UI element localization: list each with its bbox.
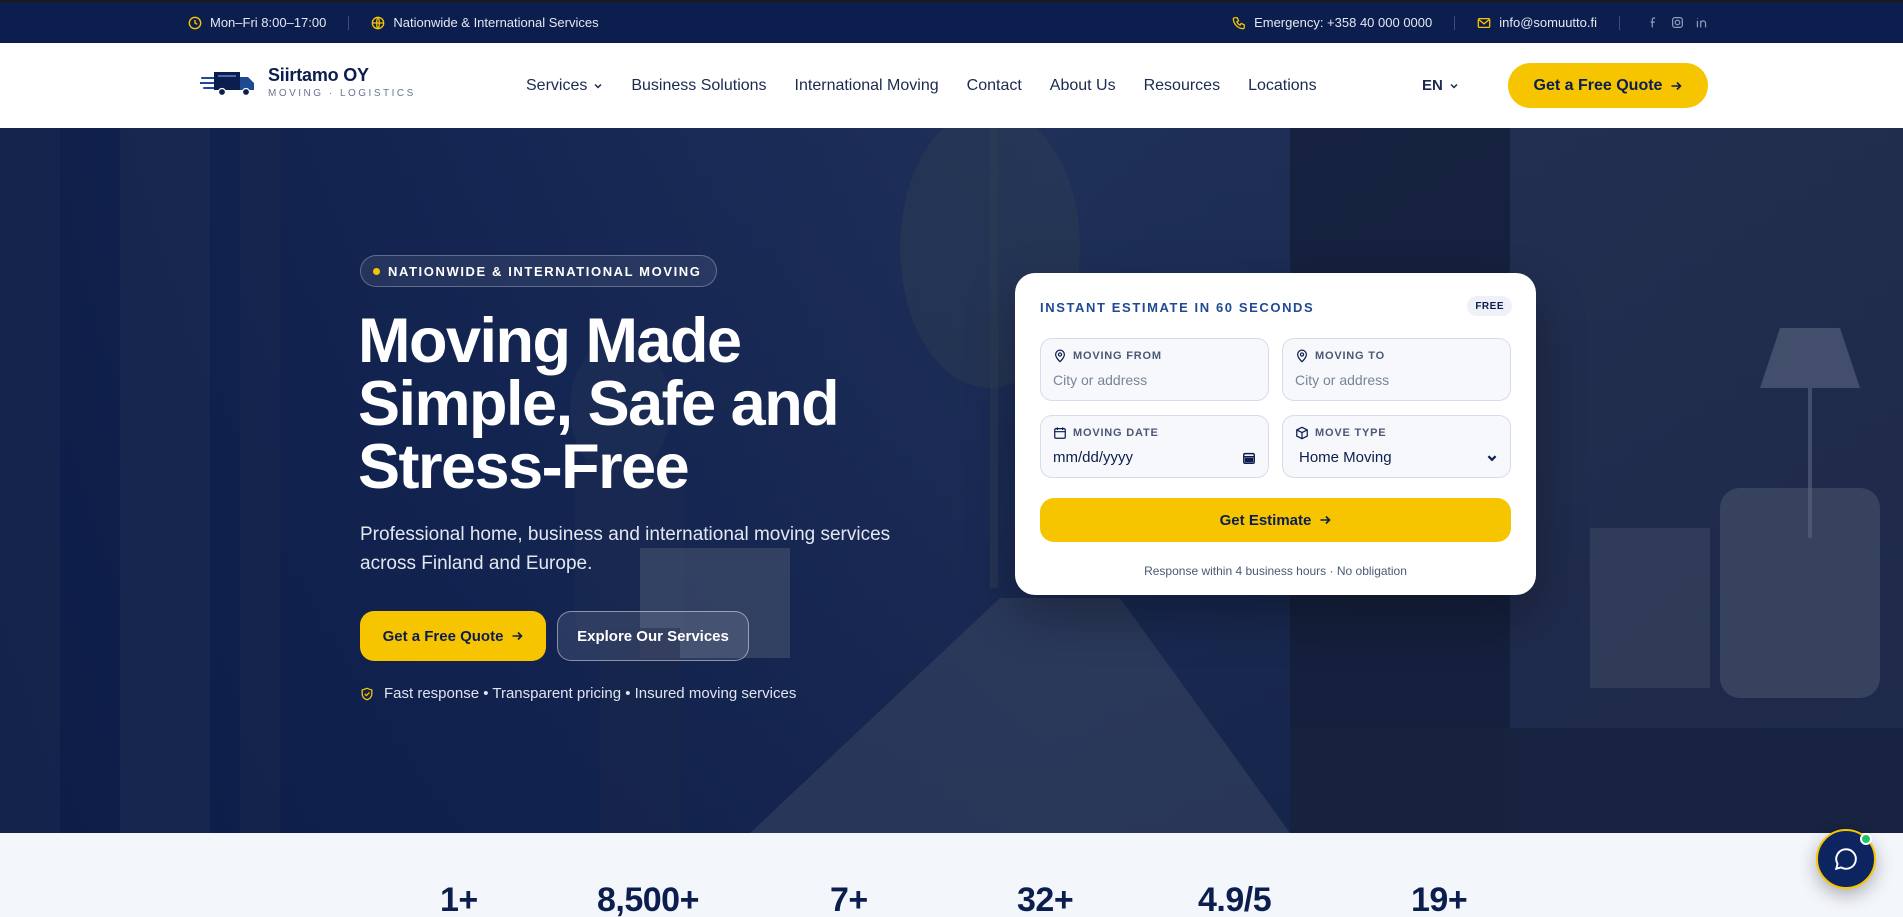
chevron-down-icon bbox=[594, 83, 602, 89]
bullet-dot-icon bbox=[373, 267, 380, 275]
nav-business-solutions[interactable]: Business Solutions bbox=[631, 77, 766, 95]
top-info-bar: Mon–Fri 8:00–17:00 Nationwide & Internat… bbox=[0, 0, 1903, 43]
nav-international-moving-label: International Moving bbox=[794, 76, 939, 94]
stat-value: 4.9/5 bbox=[1198, 881, 1272, 917]
move-type-label: MOVE TYPE bbox=[1315, 427, 1387, 439]
email-link[interactable]: info@somuutto.fi bbox=[1477, 15, 1597, 30]
arrow-right-icon bbox=[1320, 515, 1331, 525]
nav-locations-label: Locations bbox=[1248, 76, 1317, 94]
brand-logo[interactable]: Siirtamo OY MOVING · LOGISTICS bbox=[200, 65, 416, 99]
stats-strip: 1+ 8,500+ 7+ 32+ 4.9/5 19+ bbox=[0, 833, 1903, 917]
phone-icon bbox=[1232, 16, 1246, 30]
social-links bbox=[1646, 16, 1708, 30]
globe-icon bbox=[371, 16, 385, 30]
moving-from-label: MOVING FROM bbox=[1073, 350, 1162, 362]
location-pin-icon bbox=[1055, 349, 1065, 363]
truck-logo-icon bbox=[200, 72, 254, 97]
moving-from-input[interactable] bbox=[1053, 372, 1256, 388]
shield-check-icon bbox=[361, 687, 373, 700]
facebook-icon[interactable] bbox=[1646, 16, 1660, 30]
moving-to-label: MOVING TO bbox=[1315, 350, 1385, 362]
divider bbox=[1454, 15, 1456, 30]
main-header: Siirtamo OY MOVING · LOGISTICS Services … bbox=[0, 43, 1903, 128]
emergency-text: Emergency: +358 40 000 0000 bbox=[1254, 15, 1433, 30]
brand-name: Siirtamo OY bbox=[268, 65, 369, 85]
free-badge: FREE bbox=[1467, 296, 1512, 316]
arrow-right-icon bbox=[512, 631, 524, 641]
nav-resources-label: Resources bbox=[1143, 76, 1221, 94]
explore-services-label: Explore Our Services bbox=[577, 627, 729, 645]
chevron-down-icon bbox=[1487, 454, 1497, 461]
hero-quote-label: Get a Free Quote bbox=[382, 627, 504, 645]
nav-business-solutions-label: Business Solutions bbox=[631, 76, 767, 94]
stat-value: 1+ bbox=[440, 881, 478, 917]
nav-locations[interactable]: Locations bbox=[1248, 77, 1317, 95]
brand-tagline: MOVING · LOGISTICS bbox=[268, 88, 416, 99]
moving-date-value: mm/dd/yyyy bbox=[1053, 449, 1134, 466]
instagram-icon[interactable] bbox=[1670, 16, 1684, 30]
hero-eyebrow-badge: NATIONWIDE & INTERNATIONAL MOVING bbox=[360, 255, 717, 287]
nav-resources[interactable]: Resources bbox=[1144, 77, 1220, 95]
move-type-value: Home Moving bbox=[1299, 449, 1392, 466]
instant-estimate-card: INSTANT ESTIMATE IN 60 SECONDS FREE MOVI… bbox=[1015, 273, 1536, 595]
nav-international-moving[interactable]: International Moving bbox=[795, 77, 939, 95]
main-navigation: Services Business Solutions Internationa… bbox=[526, 43, 1317, 128]
chat-launcher-button[interactable] bbox=[1816, 829, 1876, 889]
move-type-select[interactable]: Home Moving bbox=[1299, 449, 1498, 466]
nav-contact-label: Contact bbox=[966, 76, 1022, 94]
hero-subtitle: Professional home, business and internat… bbox=[360, 524, 891, 574]
nav-about-us[interactable]: About Us bbox=[1050, 77, 1116, 95]
divider bbox=[1619, 15, 1620, 30]
box-icon bbox=[1296, 426, 1308, 440]
hero-quote-button[interactable]: Get a Free Quote bbox=[360, 611, 546, 661]
moving-to-field[interactable]: MOVING TO bbox=[1282, 338, 1511, 401]
moving-to-input[interactable] bbox=[1295, 372, 1498, 388]
nav-services[interactable]: Services bbox=[526, 77, 603, 95]
header-quote-button[interactable]: Get a Free Quote bbox=[1508, 63, 1708, 108]
hours-info: Mon–Fri 8:00–17:00 bbox=[188, 15, 326, 30]
arrow-right-icon bbox=[1671, 81, 1683, 90]
hero-section: NATIONWIDE & INTERNATIONAL MOVING Moving… bbox=[0, 128, 1903, 833]
move-type-field[interactable]: MOVE TYPE Home Moving bbox=[1282, 415, 1511, 478]
moving-date-input[interactable]: mm/dd/yyyy bbox=[1053, 449, 1256, 466]
emergency-phone-link[interactable]: Emergency: +358 40 000 0000 bbox=[1232, 15, 1432, 30]
hero-background-image bbox=[0, 128, 1903, 833]
moving-from-field[interactable]: MOVING FROM bbox=[1040, 338, 1269, 401]
hero-eyebrow-text: NATIONWIDE & INTERNATIONAL MOVING bbox=[388, 263, 702, 279]
online-status-dot bbox=[1860, 833, 1872, 845]
stat-value: 19+ bbox=[1411, 881, 1468, 917]
calendar-picker-icon[interactable] bbox=[1242, 451, 1256, 465]
location-pin-icon bbox=[1297, 349, 1307, 363]
nav-contact[interactable]: Contact bbox=[967, 77, 1022, 95]
nav-about-us-label: About Us bbox=[1049, 76, 1116, 94]
explore-services-button[interactable]: Explore Our Services bbox=[557, 611, 749, 661]
get-estimate-button[interactable]: Get Estimate bbox=[1040, 498, 1511, 542]
language-selector[interactable]: EN bbox=[1422, 43, 1459, 128]
coverage-info: Nationwide & International Services bbox=[371, 15, 599, 30]
clock-icon bbox=[188, 16, 202, 30]
get-estimate-label: Get Estimate bbox=[1219, 511, 1312, 529]
stat-value: 32+ bbox=[1017, 881, 1074, 917]
nav-services-label: Services bbox=[526, 76, 588, 94]
moving-date-label: MOVING DATE bbox=[1073, 427, 1159, 439]
estimate-title: INSTANT ESTIMATE IN 60 SECONDS bbox=[1040, 300, 1315, 315]
coverage-text: Nationwide & International Services bbox=[393, 15, 599, 30]
email-text: info@somuutto.fi bbox=[1499, 15, 1597, 30]
chevron-down-icon bbox=[1450, 83, 1458, 89]
trust-text: Fast response • Transparent pricing • In… bbox=[384, 685, 797, 702]
chat-bubble-icon bbox=[1834, 848, 1857, 871]
header-quote-label: Get a Free Quote bbox=[1533, 76, 1663, 94]
hours-text: Mon–Fri 8:00–17:00 bbox=[210, 15, 327, 30]
mail-icon bbox=[1477, 16, 1491, 30]
stat-value: 7+ bbox=[830, 881, 868, 917]
trust-line: Fast response • Transparent pricing • In… bbox=[360, 685, 796, 702]
divider bbox=[348, 15, 350, 30]
language-label: EN bbox=[1422, 77, 1443, 94]
linkedin-icon[interactable] bbox=[1694, 16, 1708, 30]
hero-title: Moving Made Simple, Safe and Stress-Free bbox=[358, 306, 840, 502]
calendar-icon bbox=[1054, 427, 1066, 439]
estimate-note: Response within 4 business hours · No ob… bbox=[1144, 564, 1407, 578]
stat-value: 8,500+ bbox=[597, 881, 699, 917]
moving-date-field[interactable]: MOVING DATE mm/dd/yyyy bbox=[1040, 415, 1269, 478]
